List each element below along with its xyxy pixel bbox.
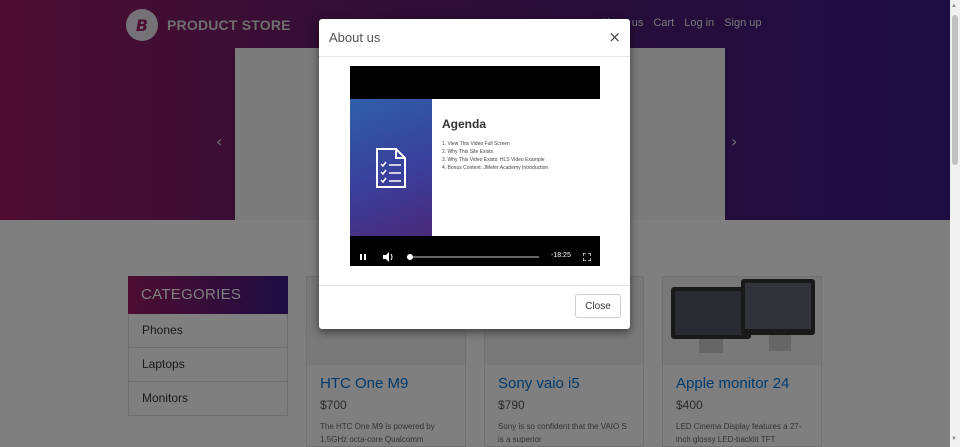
progress-knob[interactable] [406, 254, 413, 260]
agenda-item: 1. View This Video Full Screen [442, 141, 510, 147]
video-progress-bar[interactable] [406, 254, 539, 260]
video-controls: -18:25 [350, 248, 600, 266]
modal-title: About us [329, 30, 381, 45]
scroll-thumb[interactable] [952, 15, 958, 165]
volume-icon[interactable] [382, 252, 394, 262]
agenda-item: 3. Why This Video Exists: HLS Video Exam… [442, 157, 545, 163]
video-player[interactable]: Agenda 1. View This Video Full Screen 2.… [350, 66, 600, 266]
slide-side-panel [350, 99, 432, 236]
close-button[interactable]: Close [575, 294, 621, 318]
page-scrollbar[interactable]: ▲ ▼ [950, 0, 960, 447]
about-us-modal: About us × Agenda 1. View This Video Ful… [319, 19, 630, 329]
document-checklist-icon [376, 147, 406, 188]
time-remaining: -18:25 [551, 252, 571, 259]
scroll-up-icon[interactable]: ▲ [951, 3, 957, 9]
pause-icon[interactable] [359, 253, 367, 261]
scroll-down-icon[interactable]: ▼ [951, 436, 957, 442]
agenda-item: 4. Bonus Content: JMeter Academy Introdu… [442, 165, 549, 171]
close-icon[interactable]: × [608, 28, 621, 46]
agenda-item: 2. Why This Site Exists [442, 149, 494, 155]
slide-title: Agenda [442, 117, 487, 131]
video-frame: Agenda 1. View This Video Full Screen 2.… [350, 99, 600, 236]
modal-header: About us × [319, 19, 630, 57]
slide-content: Agenda 1. View This Video Full Screen 2.… [432, 99, 558, 236]
agenda-list: 1. View This Video Full Screen 2. Why Th… [442, 140, 548, 172]
modal-body: Agenda 1. View This Video Full Screen 2.… [319, 57, 630, 286]
fullscreen-icon[interactable] [583, 253, 591, 261]
modal-footer: Close [319, 286, 630, 328]
